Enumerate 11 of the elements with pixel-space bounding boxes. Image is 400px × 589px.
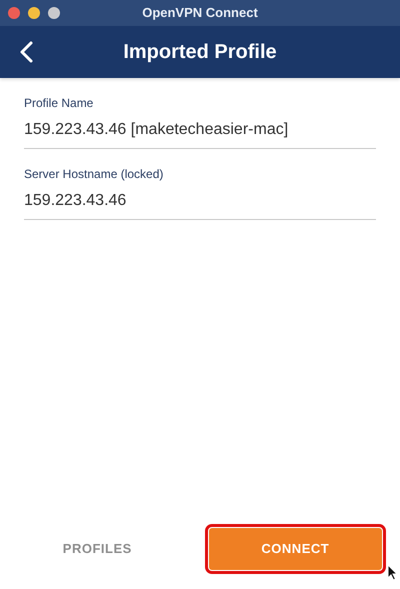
input-field[interactable]: 159.223.43.46 [maketecheasier-mac] xyxy=(24,116,376,149)
window-title: OpenVPN Connect xyxy=(142,4,258,22)
input-field[interactable]: 159.223.43.46 xyxy=(24,187,376,220)
field-label: Server Hostname (locked) xyxy=(24,166,164,183)
close-button[interactable] xyxy=(8,7,20,19)
page-title: Imported Profile xyxy=(123,40,277,65)
back-button[interactable] xyxy=(18,40,34,64)
zoom-button[interactable] xyxy=(48,7,60,19)
field-label: Profile Name xyxy=(24,95,94,112)
minimize-button[interactable] xyxy=(28,7,40,19)
cursor-icon xyxy=(387,564,398,581)
